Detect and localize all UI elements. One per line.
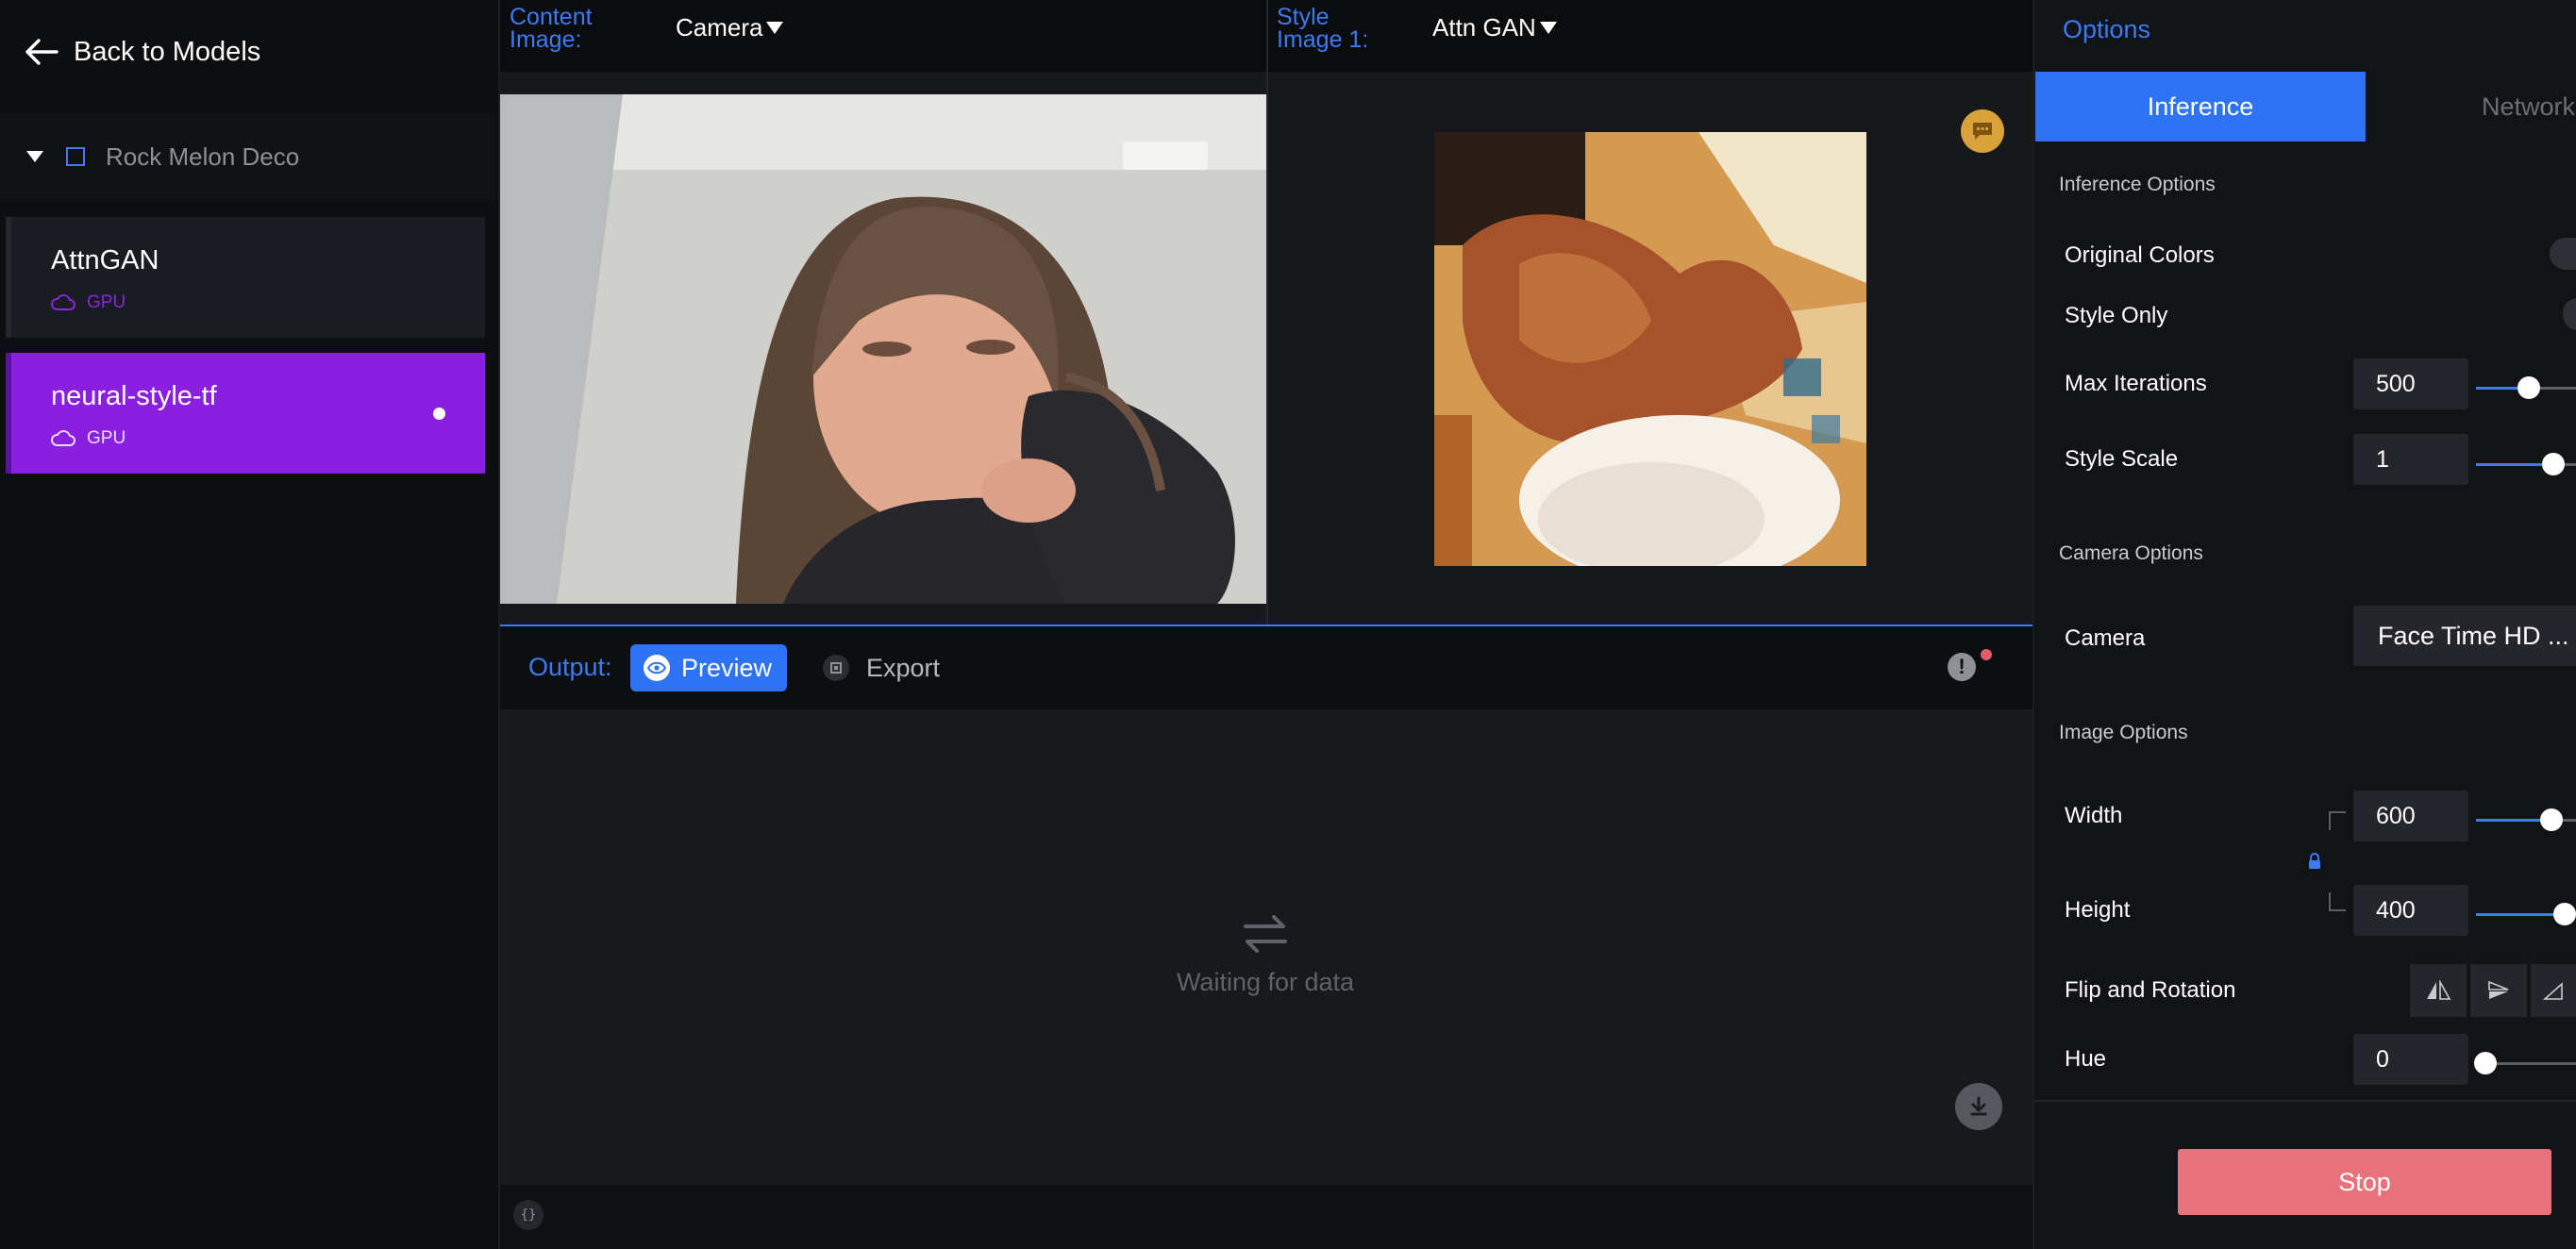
height-slider-fill [2476, 913, 2565, 916]
model-name: neural-style-tf [51, 381, 217, 411]
max-iterations-input[interactable]: 500 [2353, 358, 2468, 409]
model-item-neural-style-tf[interactable]: neural-style-tf GPU [6, 353, 485, 474]
running-indicator [433, 408, 445, 420]
preview-label: Preview [681, 653, 773, 682]
hue-label: Hue [2065, 1046, 2107, 1072]
swap-icon [1244, 915, 1287, 953]
model-hardware: GPU [51, 428, 125, 449]
flip-vertical-button[interactable] [2470, 964, 2527, 1017]
style-scale-input[interactable]: 1 [2353, 434, 2468, 485]
width-slider-handle[interactable] [2540, 808, 2563, 831]
camera-options-heading: Camera Options [2059, 542, 2203, 564]
back-to-models-button[interactable]: Back to Models [25, 28, 260, 75]
width-label: Width [2065, 803, 2123, 828]
output-label: Output: [528, 653, 612, 681]
export-button[interactable]: Export [823, 644, 940, 691]
camera-preview-image [500, 94, 1266, 604]
camera-select[interactable]: Face Time HD ... [2353, 606, 2576, 666]
rotate-button[interactable] [2531, 964, 2576, 1017]
content-source-select[interactable]: Camera [676, 13, 784, 42]
model-item-indicator [6, 217, 11, 338]
style-source-value: Attn GAN [1432, 13, 1536, 42]
cloud-icon [51, 294, 75, 310]
hardware-label: GPU [87, 292, 126, 312]
style-artwork-graphic [1434, 132, 1866, 566]
flip-rotation-label: Flip and Rotation [2065, 977, 2236, 1003]
stop-button[interactable]: Stop [2178, 1149, 2551, 1215]
original-colors-toggle[interactable] [2550, 238, 2576, 270]
height-slider-handle[interactable] [2553, 903, 2576, 925]
model-name: AttnGAN [51, 245, 159, 275]
height-label: Height [2065, 897, 2131, 923]
camera-frame-graphic [500, 94, 1266, 604]
preview-button[interactable]: Preview [630, 644, 787, 691]
project-icon [66, 147, 85, 166]
options-footer-divider [2034, 1100, 2576, 1102]
height-input[interactable]: 400 [2353, 885, 2468, 936]
camera-label: Camera [2065, 625, 2146, 651]
download-icon[interactable] [1955, 1083, 2002, 1130]
hardware-label: GPU [87, 428, 126, 448]
chevron-down-icon[interactable] [26, 151, 43, 162]
cloud-icon [51, 430, 75, 446]
width-input[interactable]: 600 [2353, 791, 2468, 841]
style-only-label: Style Only [2065, 303, 2168, 328]
notification-dot [1981, 649, 1992, 660]
eye-icon [644, 655, 670, 681]
flip-horizontal-button[interactable] [2410, 964, 2467, 1017]
style-image-label: Style Image 1: [1277, 4, 1369, 53]
aspect-link-bracket-top [2329, 811, 2346, 830]
export-label: Export [866, 653, 941, 682]
hue-slider-handle[interactable] [2474, 1052, 2497, 1074]
content-image-label: Content Image: [510, 4, 593, 53]
content-source-value: Camera [676, 13, 763, 42]
style-image [1434, 132, 1866, 566]
tab-inference[interactable]: Inference [2035, 72, 2366, 142]
max-iterations-slider-handle[interactable] [2517, 376, 2540, 399]
style-source-select[interactable]: Attn GAN [1432, 13, 1557, 42]
image-options-heading: Image Options [2059, 722, 2188, 743]
code-icon[interactable]: {} [513, 1200, 544, 1230]
camera-select-value: Face Time HD ... [2378, 621, 2569, 650]
chevron-down-icon [1539, 22, 1557, 34]
options-title: Options [2063, 15, 2151, 43]
style-scale-slider-handle[interactable] [2542, 453, 2565, 475]
waiting-text: Waiting for data [1176, 968, 1355, 996]
model-hardware: GPU [51, 292, 125, 313]
flip-vertical-icon [2488, 980, 2509, 999]
hue-input[interactable]: 0 [2353, 1034, 2468, 1085]
project-name: Rock Melon Deco [106, 142, 300, 171]
model-item-attngan[interactable]: AttnGAN GPU [6, 217, 485, 338]
chevron-down-icon [766, 22, 784, 34]
tab-network[interactable]: Network [2482, 72, 2576, 142]
max-iterations-label: Max Iterations [2065, 371, 2207, 396]
warning-icon[interactable]: ! [1948, 653, 1976, 681]
back-label: Back to Models [74, 36, 261, 67]
flip-horizontal-icon [2427, 980, 2451, 1000]
bottom-status-bar [500, 1185, 2032, 1249]
rotate-icon [2542, 982, 2563, 1000]
arrow-left-icon [25, 39, 59, 65]
original-colors-label: Original Colors [2065, 242, 2215, 268]
chat-icon[interactable] [1961, 109, 2004, 153]
project-header[interactable]: Rock Melon Deco [0, 113, 496, 200]
model-item-indicator [6, 353, 11, 474]
lock-icon[interactable] [2308, 853, 2321, 870]
aspect-link-bracket-bottom [2329, 892, 2346, 911]
style-scale-label: Style Scale [2065, 446, 2179, 472]
inference-options-heading: Inference Options [2059, 174, 2216, 195]
export-icon [823, 655, 849, 681]
